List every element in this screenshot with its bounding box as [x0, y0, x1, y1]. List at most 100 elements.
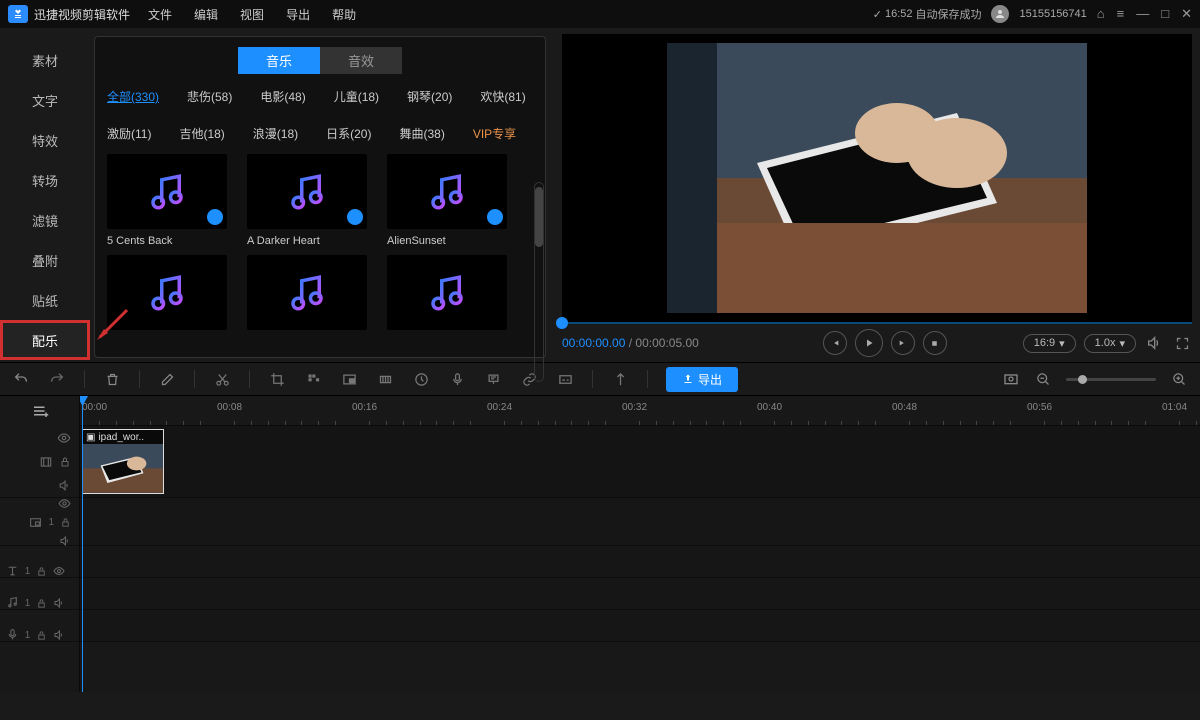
video-track[interactable]: ▣ipad_wor.. [80, 426, 1200, 498]
ruler-label: 01:04 [1162, 402, 1187, 413]
ruler-label: 00:48 [892, 402, 917, 413]
tab-sfx[interactable]: 音效 [320, 47, 402, 74]
fullscreen-icon[interactable] [1172, 333, 1192, 353]
zoom-in-button[interactable] [1170, 370, 1188, 388]
voiceover-button[interactable] [448, 370, 466, 388]
cat-dance[interactable]: 舞曲(38) [399, 125, 444, 142]
delete-button[interactable] [103, 370, 121, 388]
zoom-out-button[interactable] [1034, 370, 1052, 388]
sidebar-item-media[interactable]: 素材 [0, 40, 90, 80]
cat-piano[interactable]: 钢琴(20) [407, 88, 452, 105]
tts-button[interactable] [484, 370, 502, 388]
redo-button[interactable] [48, 370, 66, 388]
download-icon[interactable] [347, 209, 363, 225]
edit-button[interactable] [158, 370, 176, 388]
cat-romance[interactable]: 浪漫(18) [253, 125, 298, 142]
play-button[interactable] [855, 329, 883, 357]
prev-frame-button[interactable] [823, 331, 847, 355]
app-title: 迅捷视频剪辑软件 [34, 6, 130, 23]
volume-icon[interactable] [1144, 333, 1164, 353]
speaker-icon[interactable] [53, 629, 65, 641]
music-track[interactable] [80, 578, 1200, 610]
eye-icon[interactable] [57, 431, 71, 445]
text-track[interactable] [80, 546, 1200, 578]
cat-all[interactable]: 全部(330) [107, 88, 159, 105]
next-frame-button[interactable] [891, 331, 915, 355]
eye-icon[interactable] [53, 565, 65, 577]
cat-happy[interactable]: 欢快(81) [480, 88, 525, 105]
cat-jp[interactable]: 日系(20) [326, 125, 371, 142]
subtitle-button[interactable] [556, 370, 574, 388]
sidebar-item-overlay[interactable]: 叠附 [0, 240, 90, 280]
aspect-select[interactable]: 16:9▾ [1023, 334, 1076, 353]
playhead[interactable] [82, 396, 83, 692]
stop-button[interactable] [923, 331, 947, 355]
mosaic-button[interactable] [304, 370, 322, 388]
duration-button[interactable] [412, 370, 430, 388]
maximize-icon[interactable]: □ [1161, 6, 1169, 22]
preview-video[interactable] [562, 34, 1192, 322]
speaker-icon[interactable] [59, 535, 71, 547]
sidebar-item-music[interactable]: 配乐 [0, 320, 90, 360]
download-icon[interactable] [487, 209, 503, 225]
menu-edit[interactable]: 编辑 [194, 6, 218, 23]
speed-select[interactable]: 1.0x▾ [1084, 334, 1136, 353]
lock-icon[interactable] [36, 598, 47, 609]
cat-movie[interactable]: 电影(48) [260, 88, 305, 105]
sidebar-item-fx[interactable]: 特效 [0, 120, 90, 160]
progress-bar[interactable] [562, 322, 1192, 324]
library-item[interactable]: 5 Cents Back [107, 154, 227, 247]
sidebar-item-transition[interactable]: 转场 [0, 160, 90, 200]
timeline-tracks[interactable]: 00:0000:0800:1600:2400:3200:4000:4800:56… [80, 396, 1200, 692]
speaker-icon[interactable] [53, 597, 65, 609]
export-button[interactable]: 导出 [666, 367, 738, 392]
progress-handle[interactable] [556, 317, 568, 329]
cat-sad[interactable]: 悲伤(58) [187, 88, 232, 105]
close-icon[interactable]: ✕ [1181, 6, 1192, 22]
eye-icon[interactable] [58, 497, 71, 510]
marker-button[interactable] [611, 370, 629, 388]
menu-view[interactable]: 视图 [240, 6, 264, 23]
sidebar-item-filter[interactable]: 滤镜 [0, 200, 90, 240]
time-ruler[interactable]: 00:0000:0800:1600:2400:3200:4000:4800:56… [80, 396, 1200, 426]
library-item-name: 5 Cents Back [107, 235, 227, 247]
lock-icon[interactable] [59, 456, 71, 468]
cat-guitar[interactable]: 吉他(18) [179, 125, 224, 142]
crop-button[interactable] [268, 370, 286, 388]
library-item[interactable] [387, 255, 507, 330]
screenshot-button[interactable] [1002, 370, 1020, 388]
undo-button[interactable] [12, 370, 30, 388]
track-manager-button[interactable] [31, 402, 49, 420]
user-avatar-icon[interactable] [991, 5, 1009, 23]
video-clip[interactable]: ▣ipad_wor.. [82, 429, 164, 494]
library-item[interactable] [247, 255, 367, 330]
cat-inspire[interactable]: 激励(11) [107, 125, 151, 142]
library-item[interactable] [107, 255, 227, 330]
menu-file[interactable]: 文件 [148, 6, 172, 23]
cat-vip[interactable]: VIP专享 [473, 125, 516, 142]
library-item[interactable]: A Darker Heart [247, 154, 367, 247]
pip-button[interactable] [340, 370, 358, 388]
voice-track[interactable] [80, 610, 1200, 642]
home-icon[interactable]: ⌂ [1097, 6, 1105, 22]
zoom-slider[interactable] [1066, 378, 1156, 381]
tab-music[interactable]: 音乐 [238, 47, 320, 74]
minimize-icon[interactable]: — [1136, 6, 1149, 22]
library-item[interactable]: AlienSunset [387, 154, 507, 247]
scrollbar-thumb[interactable] [535, 187, 543, 247]
menu-icon[interactable]: ≡ [1117, 6, 1125, 22]
sidebar-item-sticker[interactable]: 贴纸 [0, 280, 90, 320]
sidebar-item-text[interactable]: 文字 [0, 80, 90, 120]
cut-button[interactable] [213, 370, 231, 388]
lock-icon[interactable] [60, 517, 71, 528]
cat-kids[interactable]: 儿童(18) [334, 88, 379, 105]
menu-export[interactable]: 导出 [286, 6, 310, 23]
user-id[interactable]: 15155156741 [1019, 8, 1086, 20]
menu-help[interactable]: 帮助 [332, 6, 356, 23]
lock-icon[interactable] [36, 630, 47, 641]
speaker-icon[interactable] [58, 479, 71, 492]
lock-icon[interactable] [36, 566, 47, 577]
download-icon[interactable] [207, 209, 223, 225]
pip-track[interactable] [80, 498, 1200, 546]
freeze-button[interactable] [376, 370, 394, 388]
